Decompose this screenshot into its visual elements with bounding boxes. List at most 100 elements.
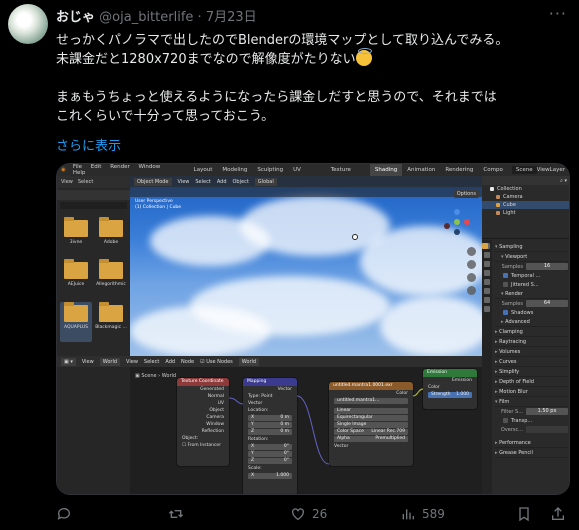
- avatar[interactable]: [8, 4, 48, 44]
- transparent-checkbox[interactable]: Transp...: [495, 416, 568, 425]
- share-button[interactable]: [550, 506, 566, 522]
- tab-uv-editing[interactable]: UV Editing: [288, 164, 326, 185]
- panel-render[interactable]: Render: [495, 289, 568, 299]
- temporal-checkbox[interactable]: Temporal ...: [495, 271, 568, 280]
- zoom-icon[interactable]: [467, 247, 476, 256]
- view-layer-selector[interactable]: ViewLayer: [537, 167, 565, 173]
- file-path-field[interactable]: [60, 202, 127, 209]
- panel-performance[interactable]: Performance: [495, 438, 568, 448]
- filter-value[interactable]: 1.50 px: [526, 408, 568, 415]
- panel-grease-pencil[interactable]: Grease Pencil: [495, 448, 568, 458]
- folder-item[interactable]: AEJuice: [60, 259, 92, 287]
- views-button[interactable]: 589: [400, 506, 445, 522]
- mesh-icon: [496, 203, 500, 207]
- menu-render[interactable]: Render: [110, 164, 130, 170]
- tab-rendering[interactable]: Rendering: [440, 164, 478, 176]
- tweet-line: これくらいで十分って思っておこう。: [56, 109, 275, 124]
- viewport-tool-header[interactable]: [130, 187, 482, 197]
- folder-item[interactable]: Allegorithmic: [95, 259, 127, 287]
- folder-item-selected[interactable]: AQUAPLUS: [60, 302, 92, 342]
- perspective-toggle-icon[interactable]: [467, 286, 476, 295]
- view-layer-tab-icon[interactable]: [484, 261, 490, 267]
- shadows-checkbox[interactable]: Shadows: [495, 308, 568, 317]
- viewport-nav-buttons: [467, 247, 476, 299]
- panel-clamping[interactable]: Clamping: [495, 327, 568, 337]
- checkbox-icon: [503, 282, 508, 287]
- outliner-item[interactable]: Collection: [482, 185, 569, 193]
- samples-value[interactable]: 64: [526, 300, 568, 307]
- folder-item[interactable]: Blackmagic ...: [95, 302, 127, 330]
- panel-simplify[interactable]: Simplify: [495, 367, 568, 377]
- render-tab-icon[interactable]: [482, 243, 488, 249]
- vp-menu-object[interactable]: Object: [233, 179, 249, 185]
- filter-size-field[interactable]: Filter S... 1.50 px: [495, 407, 568, 416]
- panel-curves[interactable]: Curves: [495, 357, 568, 367]
- user-handle[interactable]: @oja_bitterlife: [99, 10, 193, 25]
- panel-raytracing[interactable]: Raytracing: [495, 337, 568, 347]
- orientation-dropdown[interactable]: Global: [254, 177, 277, 186]
- like-button[interactable]: 26: [290, 506, 327, 522]
- checkbox-label: Transp...: [511, 417, 533, 424]
- object-tab-icon[interactable]: [484, 288, 490, 294]
- samples-value[interactable]: 16: [526, 263, 568, 270]
- scene-selector[interactable]: Scene: [511, 166, 537, 174]
- tab-texture-paint[interactable]: Texture Paint: [326, 164, 370, 185]
- folder-item[interactable]: Adobe: [95, 217, 127, 245]
- smiling-face-with-halo-emoji-icon: [355, 48, 372, 66]
- file-browser-toolbar[interactable]: [57, 190, 130, 200]
- folder-item[interactable]: 3ivne: [60, 217, 92, 245]
- material-tab-icon[interactable]: [484, 306, 490, 312]
- fb-menu-view[interactable]: View: [61, 179, 73, 185]
- panel-sampling[interactable]: Sampling: [495, 242, 568, 252]
- panel-advanced[interactable]: Advanced: [495, 317, 568, 327]
- menu-edit[interactable]: Edit: [91, 164, 102, 170]
- show-more-link[interactable]: さらに表示: [56, 135, 121, 154]
- render-samples-field[interactable]: Samples 64: [495, 299, 568, 308]
- tweet-date[interactable]: 7月23日: [206, 10, 257, 25]
- bookmark-button[interactable]: [516, 506, 532, 522]
- modifier-tab-icon[interactable]: [484, 297, 490, 303]
- light-object-icon[interactable]: [350, 232, 360, 242]
- outliner-header[interactable]: ⌕ ▾: [482, 176, 569, 185]
- panel-depth-of-field[interactable]: Depth of Field: [495, 377, 568, 387]
- tab-modeling[interactable]: Modeling: [217, 164, 252, 176]
- panel-viewport[interactable]: Viewport: [495, 252, 568, 262]
- world-tab-icon[interactable]: [484, 279, 490, 285]
- vp-menu-select[interactable]: Select: [195, 179, 210, 185]
- tweet-media-image[interactable]: ◉ File Edit Render Window Help Layout Mo…: [56, 163, 570, 495]
- more-options-icon[interactable]: ···: [549, 4, 567, 23]
- tab-animation[interactable]: Animation: [402, 164, 440, 176]
- output-tab-icon[interactable]: [484, 252, 490, 258]
- outliner-item[interactable]: Camera: [482, 193, 569, 201]
- outliner-item[interactable]: Light: [482, 209, 569, 217]
- display-name[interactable]: おじゃ: [56, 10, 95, 25]
- jittered-checkbox[interactable]: Jittered S...: [495, 280, 568, 289]
- camera-view-icon[interactable]: [467, 273, 476, 282]
- outliner-item-selected[interactable]: Cube: [482, 201, 569, 209]
- overscan-field[interactable]: Oversc...: [495, 425, 568, 434]
- viewport-samples-field[interactable]: Samples 16: [495, 262, 568, 271]
- panel-volumes[interactable]: Volumes: [495, 347, 568, 357]
- 3d-viewport[interactable]: Object Mode View Select Add Object Globa…: [130, 176, 482, 356]
- navigation-gizmo[interactable]: [442, 209, 472, 237]
- reply-button[interactable]: [56, 506, 78, 522]
- retweet-button[interactable]: [168, 506, 190, 522]
- pan-hand-icon[interactable]: [467, 260, 476, 269]
- vp-menu-add[interactable]: Add: [217, 179, 227, 185]
- cloud: [130, 306, 270, 356]
- tab-sculpting[interactable]: Sculpting: [252, 164, 288, 176]
- vp-menu-view[interactable]: View: [178, 179, 190, 185]
- object-mode-dropdown[interactable]: Object Mode: [134, 177, 172, 186]
- scene-tab-icon[interactable]: [484, 270, 490, 276]
- tab-compositing[interactable]: Compo: [478, 164, 507, 176]
- panel-film[interactable]: Film: [495, 397, 568, 407]
- tab-layout[interactable]: Layout: [189, 164, 218, 176]
- fb-menu-select[interactable]: Select: [78, 179, 93, 185]
- overscan-value[interactable]: [526, 426, 568, 433]
- main-menu: File Edit Render Window Help: [66, 164, 181, 176]
- options-button[interactable]: Options: [453, 190, 479, 198]
- panel-motion-blur[interactable]: Motion Blur: [495, 387, 568, 397]
- menu-window[interactable]: Window: [139, 164, 161, 170]
- samples-label: Samples: [501, 300, 523, 307]
- tab-shading[interactable]: Shading: [369, 164, 403, 176]
